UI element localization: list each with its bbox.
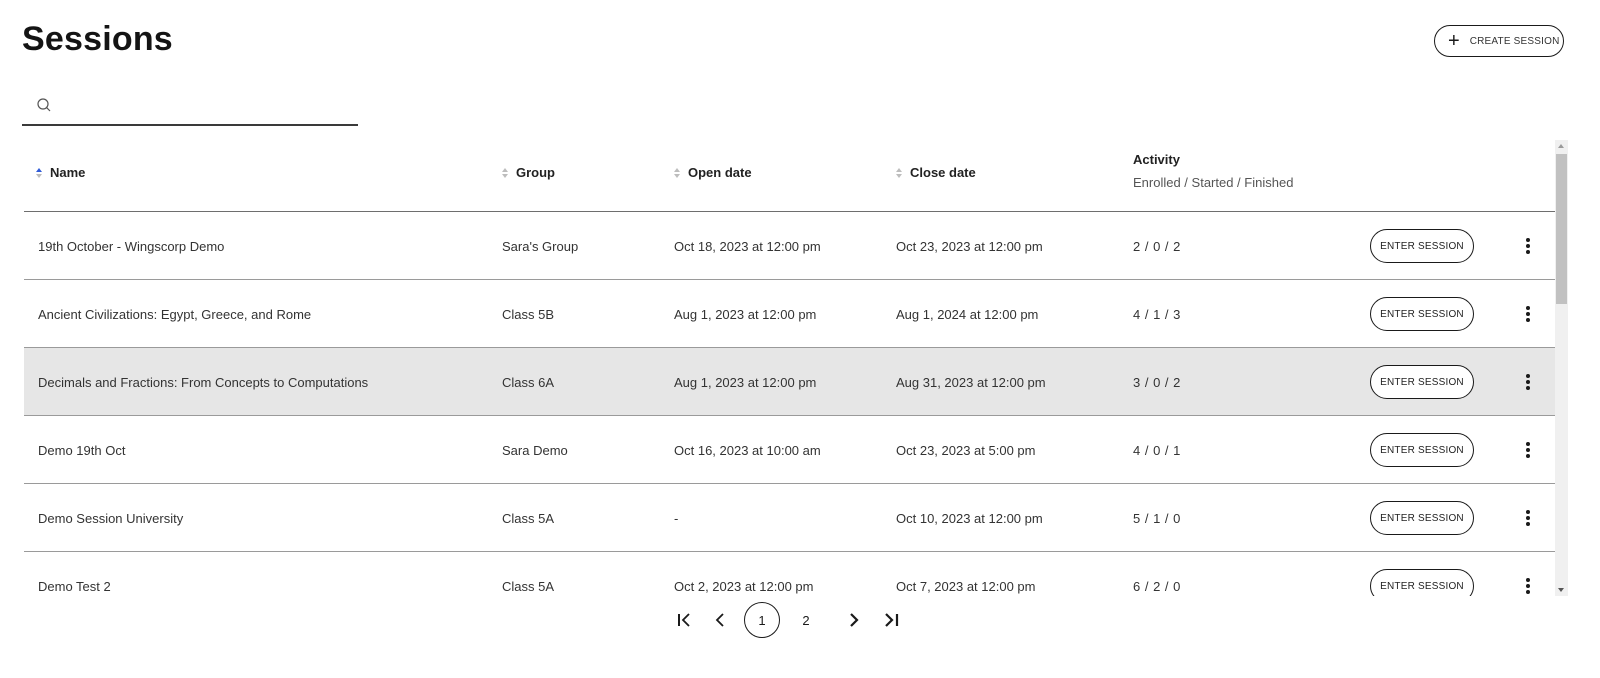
session-name: Demo 19th Oct — [38, 442, 126, 458]
session-close-date: Oct 23, 2023 at 5:00 pm — [896, 442, 1036, 458]
create-session-button[interactable]: + CREATE SESSION — [1434, 25, 1564, 57]
sort-icon — [674, 167, 680, 178]
next-page-button[interactable] — [844, 612, 864, 628]
column-label-activity: Activity — [1133, 152, 1180, 167]
plus-icon: + — [1448, 30, 1460, 52]
scroll-down-arrow-icon[interactable] — [1558, 588, 1564, 592]
column-sublabel-activity: Enrolled / Started / Finished — [1133, 175, 1294, 190]
session-open-date: Aug 1, 2023 at 12:00 pm — [674, 306, 817, 322]
session-group: Class 5A — [502, 510, 555, 526]
table-row-highlighted[interactable]: Decimals and Fractions: From Concepts to… — [24, 348, 1555, 416]
previous-page-button[interactable] — [710, 612, 730, 628]
column-label-name: Name — [50, 165, 86, 180]
sort-icon — [896, 167, 902, 178]
column-label-open-date: Open date — [688, 165, 752, 180]
page-1-button[interactable]: 1 — [744, 602, 780, 638]
more-options-icon[interactable] — [1520, 234, 1536, 258]
scroll-up-arrow-icon[interactable] — [1558, 144, 1564, 148]
table-row[interactable]: Demo Session University Class 5A - Oct 1… — [24, 484, 1555, 552]
session-group: Class 5B — [502, 306, 555, 322]
table-row[interactable]: Demo Test 2 Class 5A Oct 2, 2023 at 12:0… — [24, 552, 1555, 596]
page-title: Sessions — [22, 20, 173, 58]
session-activity: 4 / 1 / 3 — [1133, 306, 1181, 322]
session-open-date: Oct 2, 2023 at 12:00 pm — [674, 578, 814, 594]
session-close-date: Aug 31, 2023 at 12:00 pm — [896, 374, 1046, 390]
more-options-icon[interactable] — [1520, 506, 1536, 530]
more-options-icon[interactable] — [1520, 574, 1536, 596]
pagination: 1 2 — [672, 602, 904, 638]
session-activity: 2 / 0 / 2 — [1133, 238, 1181, 254]
session-name: Decimals and Fractions: From Concepts to… — [38, 374, 369, 390]
scrollbar-thumb[interactable] — [1556, 154, 1567, 304]
session-name: Ancient Civilizations: Egypt, Greece, an… — [38, 306, 312, 322]
session-close-date: Oct 7, 2023 at 12:00 pm — [896, 578, 1036, 594]
enter-session-button[interactable]: ENTER SESSION — [1370, 229, 1474, 263]
session-group: Sara's Group — [502, 238, 579, 254]
more-options-icon[interactable] — [1520, 302, 1536, 326]
column-header-activity: Activity Enrolled / Started / Finished — [1133, 152, 1293, 190]
page-2-button[interactable]: 2 — [788, 602, 824, 638]
enter-session-button[interactable]: ENTER SESSION — [1370, 365, 1474, 399]
session-name: 19th October - Wingscorp Demo — [38, 238, 225, 254]
first-page-icon — [678, 613, 690, 627]
table-row[interactable]: Demo 19th Oct Sara Demo Oct 16, 2023 at … — [24, 416, 1555, 484]
session-activity: 3 / 0 / 2 — [1133, 374, 1181, 390]
session-open-date: Oct 18, 2023 at 12:00 pm — [674, 238, 821, 254]
session-name: Demo Test 2 — [38, 578, 111, 594]
session-activity: 5 / 1 / 0 — [1133, 510, 1181, 526]
sort-icon — [502, 167, 508, 178]
more-options-icon[interactable] — [1520, 438, 1536, 462]
vertical-scrollbar[interactable] — [1555, 140, 1568, 596]
session-close-date: Aug 1, 2024 at 12:00 pm — [896, 306, 1039, 322]
chevron-right-icon — [850, 613, 859, 627]
search-bar — [22, 88, 358, 126]
enter-session-button[interactable]: ENTER SESSION — [1370, 501, 1474, 535]
search-input[interactable] — [62, 91, 358, 121]
column-header-name[interactable]: Name — [36, 165, 85, 180]
table-header: Name Group Open date Close date Activity… — [24, 140, 1555, 212]
sort-ascending-icon — [36, 167, 42, 178]
column-header-close-date[interactable]: Close date — [896, 165, 976, 180]
session-close-date: Oct 23, 2023 at 12:00 pm — [896, 238, 1043, 254]
search-icon — [37, 98, 51, 112]
last-page-icon — [885, 613, 899, 627]
sessions-table: Name Group Open date Close date Activity… — [24, 140, 1568, 596]
more-options-icon[interactable] — [1520, 370, 1536, 394]
session-activity: 6 / 2 / 0 — [1133, 578, 1181, 594]
table-row[interactable]: Ancient Civilizations: Egypt, Greece, an… — [24, 280, 1555, 348]
enter-session-button[interactable]: ENTER SESSION — [1370, 297, 1474, 331]
session-name: Demo Session University — [38, 510, 184, 526]
chevron-left-icon — [715, 613, 724, 627]
table-row[interactable]: 19th October - Wingscorp Demo Sara's Gro… — [24, 212, 1555, 280]
session-group: Class 6A — [502, 374, 555, 390]
session-close-date: Oct 10, 2023 at 12:00 pm — [896, 510, 1043, 526]
last-page-button[interactable] — [878, 612, 904, 628]
session-open-date: Oct 16, 2023 at 10:00 am — [674, 442, 821, 458]
first-page-button[interactable] — [672, 612, 698, 628]
session-group: Class 5A — [502, 578, 555, 594]
session-open-date: - — [674, 510, 679, 526]
session-group: Sara Demo — [502, 442, 568, 458]
enter-session-button[interactable]: ENTER SESSION — [1370, 433, 1474, 467]
column-header-group[interactable]: Group — [502, 165, 555, 180]
column-label-close-date: Close date — [910, 165, 976, 180]
session-open-date: Aug 1, 2023 at 12:00 pm — [674, 374, 817, 390]
enter-session-button[interactable]: ENTER SESSION — [1370, 569, 1474, 596]
column-header-open-date[interactable]: Open date — [674, 165, 752, 180]
session-activity: 4 / 0 / 1 — [1133, 442, 1181, 458]
create-session-label: CREATE SESSION — [1469, 35, 1560, 47]
column-label-group: Group — [516, 165, 555, 180]
